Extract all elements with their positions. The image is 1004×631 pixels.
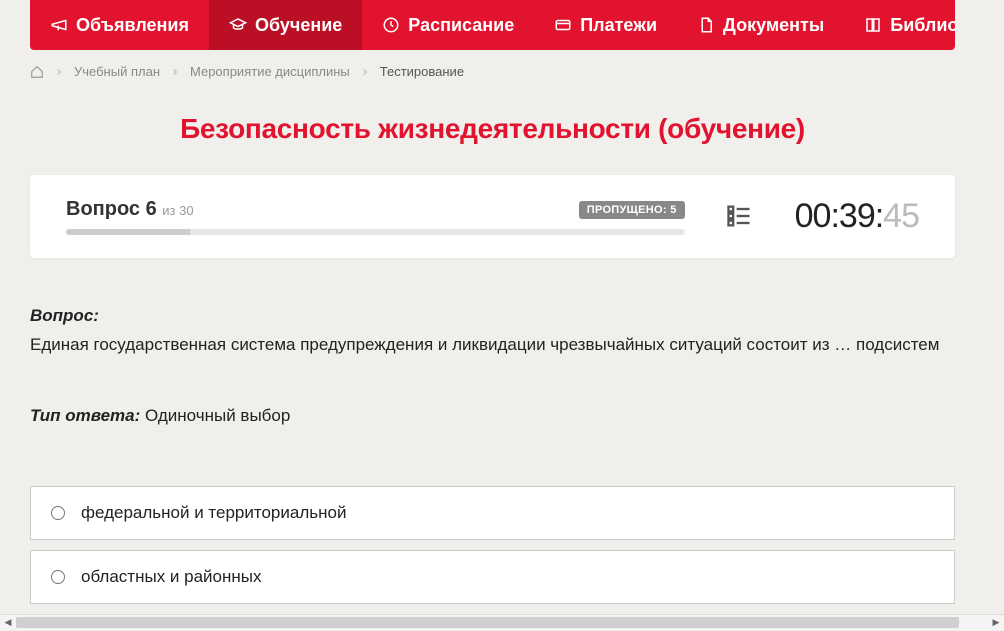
question-counter: Вопрос 6 из 30 <box>66 198 194 221</box>
horizontal-scrollbar[interactable]: ◀ ▶ <box>0 614 1004 630</box>
answer-option[interactable]: областных и районных <box>30 550 955 604</box>
answer-text: областных и районных <box>81 567 262 587</box>
main-viewport[interactable]: Объявления Обучение Расписание Платежи Д… <box>0 0 1004 614</box>
question-text: Единая государственная система предупреж… <box>30 332 955 358</box>
progress-block: Вопрос 6 из 30 ПРОПУЩЕНО: 5 <box>66 198 685 235</box>
nav-item-announcements[interactable]: Объявления <box>30 0 209 50</box>
answers-list: федеральной и территориальной областных … <box>30 486 955 615</box>
nav-item-documents[interactable]: Документы <box>677 0 844 50</box>
payments-icon <box>554 16 572 34</box>
list-icon <box>725 202 753 230</box>
scroll-thumb[interactable] <box>16 617 959 628</box>
answer-text: федеральной и территориальной <box>81 503 346 523</box>
education-icon <box>229 16 247 34</box>
breadcrumb: Учебный план Мероприятие дисциплины Тест… <box>30 50 955 93</box>
crumb-plan[interactable]: Учебный план <box>74 64 160 79</box>
question-label: Вопрос: <box>30 306 99 325</box>
schedule-icon <box>382 16 400 34</box>
crumb-event[interactable]: Мероприятие дисциплины <box>190 64 350 79</box>
chevron-right-icon <box>54 67 64 77</box>
nav-item-education[interactable]: Обучение <box>209 0 362 50</box>
documents-icon <box>697 16 715 34</box>
nav-label: Платежи <box>580 15 657 36</box>
timer: 00:39:45 <box>795 197 919 236</box>
chevron-right-icon <box>360 67 370 77</box>
nav-label: Расписание <box>408 15 514 36</box>
skipped-badge: ПРОПУЩЕНО: 5 <box>579 201 685 219</box>
status-card: Вопрос 6 из 30 ПРОПУЩЕНО: 5 <box>30 175 955 258</box>
progress-fill <box>66 229 190 235</box>
nav-label: Документы <box>723 15 824 36</box>
nav-item-payments[interactable]: Платежи <box>534 0 677 50</box>
nav-label: Библиотека <box>890 15 955 36</box>
answer-type-value: Одиночный выбор <box>145 406 290 425</box>
question-list-button[interactable] <box>725 202 755 232</box>
crumb-current: Тестирование <box>380 64 464 79</box>
scroll-left-arrow[interactable]: ◀ <box>0 615 16 631</box>
answer-option[interactable]: федеральной и территориальной <box>30 486 955 540</box>
scroll-right-arrow[interactable]: ▶ <box>988 615 1004 631</box>
scroll-track[interactable] <box>16 615 988 630</box>
nav-label: Обучение <box>255 15 342 36</box>
answer-radio[interactable] <box>51 570 65 584</box>
home-icon[interactable] <box>30 65 44 79</box>
nav-item-library[interactable]: Библиотека <box>844 0 955 50</box>
answer-radio[interactable] <box>51 506 65 520</box>
top-nav: Объявления Обучение Расписание Платежи Д… <box>30 0 955 50</box>
page-title: Безопасность жизнедеятельности (обучение… <box>30 113 955 145</box>
progress-bar <box>66 229 685 235</box>
answer-type-label: Тип ответа: <box>30 406 140 425</box>
timer-seconds: 45 <box>883 197 919 235</box>
timer-main: 00:39: <box>795 197 884 235</box>
announcement-icon <box>50 16 68 34</box>
nav-label: Объявления <box>76 15 189 36</box>
nav-item-schedule[interactable]: Расписание <box>362 0 534 50</box>
chevron-right-icon <box>170 67 180 77</box>
library-icon <box>864 16 882 34</box>
question-section: Вопрос: Единая государственная система п… <box>30 306 955 614</box>
answer-type-row: Тип ответа: Одиночный выбор <box>30 406 955 426</box>
